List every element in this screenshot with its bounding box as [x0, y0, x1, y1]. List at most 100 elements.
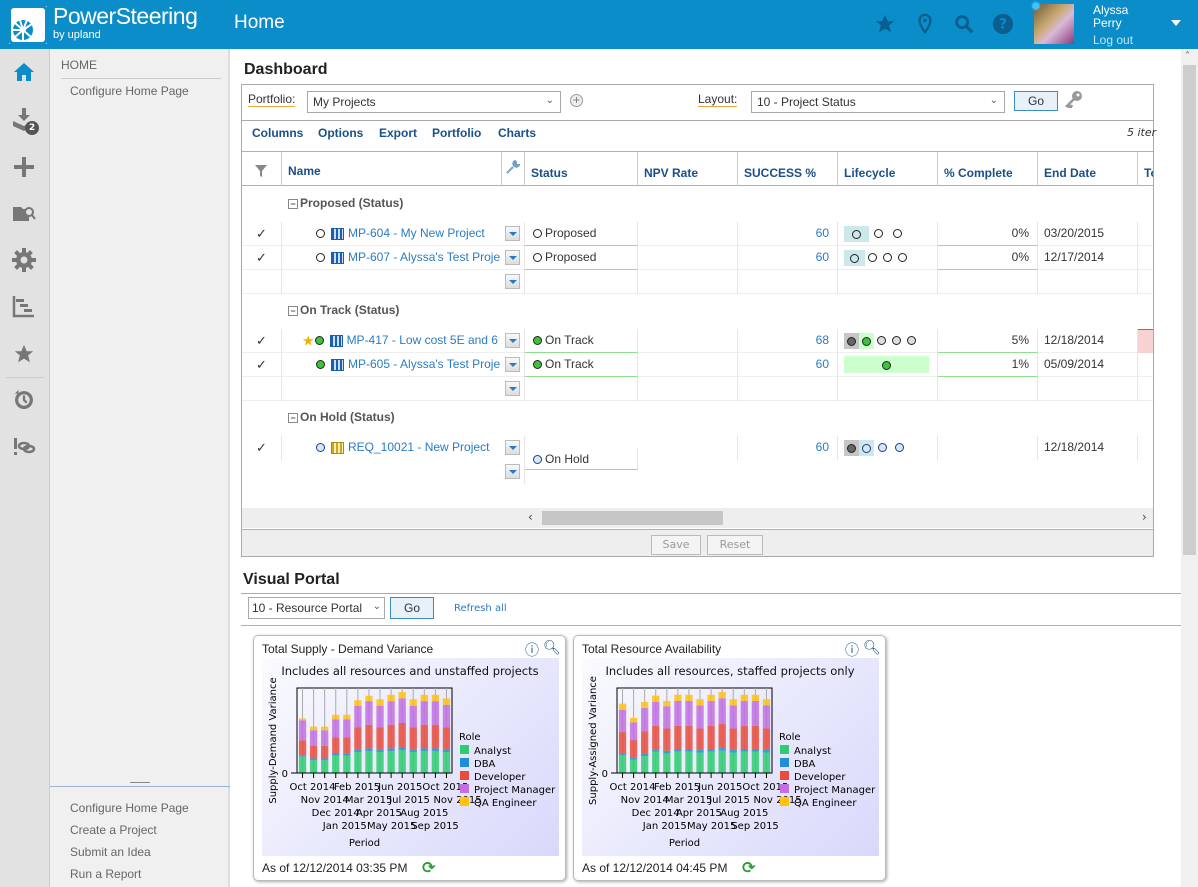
row-dropdown-button[interactable]	[505, 226, 520, 241]
row-dropdown-button[interactable]	[505, 381, 520, 396]
collapse-icon[interactable]: −	[288, 412, 298, 423]
project-link[interactable]: MP-417 - Low cost 5E and 6	[347, 333, 498, 347]
row-dropdown-button[interactable]	[505, 250, 520, 265]
npv-cell[interactable]	[638, 246, 738, 270]
gantt-icon[interactable]	[10, 292, 38, 320]
column-header-truncated[interactable]: To	[1138, 152, 1153, 186]
row-dropdown-button[interactable]	[505, 440, 520, 455]
inbox-download-icon[interactable]: 2	[10, 106, 39, 135]
success-cell[interactable]: 60	[738, 436, 838, 460]
group-header-on-track[interactable]: − On Track (Status)	[288, 303, 399, 317]
powersteering-logo[interactable]	[9, 6, 47, 44]
zoom-search-icon[interactable]: 🔍︎	[543, 640, 561, 656]
group-header-on-hold[interactable]: − On Hold (Status)	[288, 410, 395, 424]
info-icon[interactable]: ⓘ	[845, 640, 859, 660]
end-date-cell[interactable]: 12/18/2014	[1038, 329, 1138, 353]
row-dropdown-button[interactable]	[505, 464, 520, 479]
end-date-cell[interactable]: 12/17/2014	[1038, 246, 1138, 270]
horizontal-scrollbar[interactable]: ‹ ›	[242, 508, 1153, 528]
horizontal-scroll-thumb[interactable]	[542, 511, 723, 525]
project-link[interactable]: MP-605 - Alyssa's Test Proje	[348, 357, 500, 371]
group-header-proposed[interactable]: − Proposed (Status)	[288, 196, 403, 210]
collapse-icon[interactable]: −	[288, 305, 298, 316]
favorites-star-icon[interactable]	[10, 340, 38, 368]
refresh-icon[interactable]: ⟳	[742, 858, 755, 877]
status-cell[interactable]: On Track	[525, 329, 638, 353]
refresh-icon[interactable]: ⟳	[422, 858, 435, 877]
success-cell[interactable]: 68	[738, 329, 838, 353]
nav-bottom-submit-idea[interactable]: Submit an Idea	[70, 845, 151, 859]
pct-complete-cell[interactable]: 0%	[938, 222, 1038, 246]
table-row[interactable]: ✓ MP-607 - Alyssa's Test Proje Proposed …	[242, 246, 1153, 270]
menu-portfolio[interactable]: Portfolio	[432, 126, 481, 140]
table-row[interactable]: ✓ REQ_10021 - New Project On Hold 60 12/…	[242, 436, 1153, 484]
column-header-pct-complete[interactable]: % Complete	[938, 152, 1038, 186]
save-button[interactable]: Save	[651, 535, 701, 555]
menu-columns[interactable]: Columns	[252, 126, 303, 140]
column-header-end-date[interactable]: End Date	[1038, 152, 1138, 186]
column-header-lifecycle[interactable]: Lifecycle	[838, 152, 938, 186]
row-dropdown-button[interactable]	[505, 274, 520, 289]
row-check[interactable]: ✓	[242, 353, 282, 377]
row-check[interactable]: ✓	[242, 329, 282, 353]
row-check[interactable]: ✓	[242, 246, 282, 270]
row-check[interactable]: ✓	[242, 436, 282, 460]
table-row[interactable]: ✓ ★ MP-417 - Low cost 5E and 6 On Track 6…	[242, 329, 1153, 353]
user-menu-caret-icon[interactable]	[1171, 20, 1181, 26]
success-cell[interactable]: 60	[738, 246, 838, 270]
layout-select[interactable]: 10 - Project Status ⌄	[751, 91, 1005, 113]
row-check[interactable]: ✓	[242, 222, 282, 246]
scroll-left-icon[interactable]: ‹	[528, 510, 533, 524]
search-icon[interactable]	[953, 13, 975, 35]
gear-icon[interactable]	[10, 246, 38, 274]
menu-export[interactable]: Export	[379, 126, 417, 140]
wrench-icon[interactable]	[502, 152, 525, 186]
npv-cell[interactable]	[638, 353, 738, 377]
npv-cell[interactable]	[638, 436, 738, 460]
status-cell[interactable]: On Track	[525, 353, 638, 377]
add-portfolio-icon[interactable]: +	[570, 94, 583, 107]
filter-column-header[interactable]	[242, 152, 282, 186]
location-pin-icon[interactable]	[914, 13, 936, 35]
column-header-name[interactable]: Name	[282, 152, 502, 186]
nav-splitter[interactable]	[50, 786, 230, 787]
nav-bottom-run-report[interactable]: Run a Report	[70, 867, 141, 881]
history-icon[interactable]	[10, 386, 38, 414]
row-dropdown-button[interactable]	[505, 357, 520, 372]
layout-go-button[interactable]: Go	[1014, 91, 1058, 111]
end-date-cell[interactable]: 03/20/2015	[1038, 222, 1138, 246]
status-cell[interactable]: Proposed	[525, 222, 638, 246]
status-cell[interactable]: Proposed	[525, 246, 638, 270]
pct-complete-cell[interactable]: 5%	[938, 329, 1038, 353]
project-link[interactable]: MP-607 - Alyssa's Test Proje	[348, 250, 500, 264]
column-header-success[interactable]: SUCCESS %	[738, 152, 838, 186]
reset-button[interactable]: Reset	[707, 535, 763, 555]
plus-icon[interactable]	[10, 153, 38, 181]
end-date-cell[interactable]: 05/09/2014	[1038, 353, 1138, 377]
refresh-all-link[interactable]: Refresh all	[454, 603, 507, 614]
key-icon[interactable]	[1064, 90, 1083, 111]
portfolio-select[interactable]: My Projects ⌄	[307, 91, 561, 113]
scroll-right-icon[interactable]: ›	[1142, 510, 1147, 524]
scroll-up-icon[interactable]: ˄	[1185, 51, 1190, 62]
folder-search-icon[interactable]	[10, 199, 38, 227]
nav-bottom-configure-home-page[interactable]: Configure Home Page	[70, 801, 189, 815]
portal-select[interactable]: 10 - Resource Portal ⌄	[248, 597, 385, 619]
project-link[interactable]: REQ_10021 - New Project	[348, 440, 489, 454]
vertical-scrollbar[interactable]: ˄	[1181, 49, 1198, 887]
link-alert-icon[interactable]	[10, 433, 38, 461]
column-header-status[interactable]: Status	[525, 152, 638, 186]
end-date-cell[interactable]: 12/18/2014	[1038, 436, 1138, 460]
portal-go-button[interactable]: Go	[390, 597, 434, 619]
menu-charts[interactable]: Charts	[498, 126, 536, 140]
collapse-icon[interactable]: −	[288, 198, 298, 209]
pct-complete-cell[interactable]: 0%	[938, 246, 1038, 270]
menu-options[interactable]: Options	[318, 126, 363, 140]
home-icon[interactable]	[10, 58, 38, 86]
pct-complete-cell[interactable]	[938, 436, 1038, 460]
zoom-search-icon[interactable]: 🔍︎	[863, 640, 881, 656]
vertical-scroll-thumb[interactable]	[1183, 65, 1196, 555]
star-icon[interactable]	[874, 13, 896, 35]
success-cell[interactable]: 60	[738, 222, 838, 246]
status-cell[interactable]: On Hold	[525, 448, 638, 470]
